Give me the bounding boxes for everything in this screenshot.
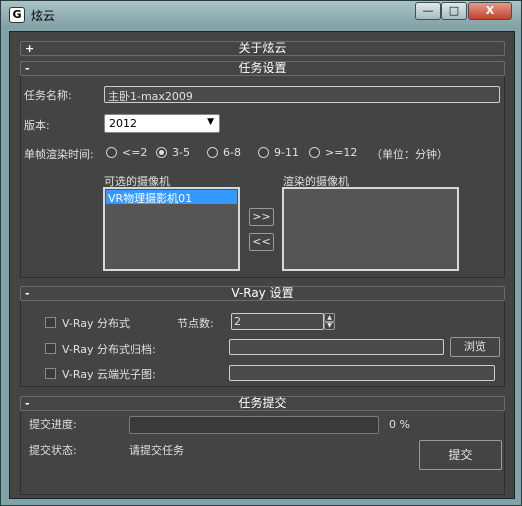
radio-frame-9-11-label: 9-11 xyxy=(274,146,299,159)
vray-cloud-photon-label: V-Ray 云端光子图: xyxy=(62,368,156,381)
vray-archive-checkbox[interactable] xyxy=(45,343,56,354)
maximize-icon: □ xyxy=(448,4,460,17)
available-cameras-list[interactable]: VR物理摄影机01 xyxy=(103,187,240,271)
submit-rollout-body: 提交进度: 0 % 提交状态: 请提交任务 提交 xyxy=(20,411,505,495)
vray-archive-path-input[interactable] xyxy=(229,339,444,355)
task-name-label: 任务名称: xyxy=(24,89,72,102)
radio-frame-6-8-label: 6-8 xyxy=(223,146,241,159)
radio-frame-ge12[interactable] xyxy=(309,147,320,158)
browse-button[interactable]: 浏览 xyxy=(450,337,500,357)
unit-note: （单位：分钟） xyxy=(371,148,448,161)
task-rollout-title: 任务设置 xyxy=(238,61,287,75)
radio-frame-le2[interactable] xyxy=(106,147,117,158)
about-rollout-header[interactable]: + 关于炫云 xyxy=(20,41,505,56)
vray-rollout-title: V-Ray 设置 xyxy=(231,286,294,300)
main-window: G 炫云 — □ X + 关于炫云 - 任务设置 任务名称: 主卧1-max20… xyxy=(0,0,522,506)
radio-frame-3-5[interactable] xyxy=(156,147,167,158)
radio-frame-6-8[interactable] xyxy=(207,147,218,158)
radio-frame-ge12-label: >=12 xyxy=(325,146,358,159)
spinner-down-icon: ▼ xyxy=(327,322,332,329)
move-right-button[interactable]: >> xyxy=(249,208,274,226)
version-value: 2012 xyxy=(109,117,137,130)
nodes-value: 2 xyxy=(234,315,241,328)
vray-archive-label: V-Ray 分布式归档: xyxy=(62,343,156,356)
maximize-button[interactable]: □ xyxy=(441,2,467,20)
spinner-up-icon: ▲ xyxy=(327,314,332,321)
task-name-input[interactable]: 主卧1-max2009 xyxy=(104,86,500,103)
progress-percent: 0 % xyxy=(389,418,410,431)
close-icon: X xyxy=(485,4,495,17)
camera-item-label: VR物理摄影机01 xyxy=(108,192,193,205)
vray-cloud-photon-input[interactable] xyxy=(229,365,495,381)
list-item[interactable]: VR物理摄影机01 xyxy=(106,190,237,205)
nodes-label: 节点数: xyxy=(177,317,214,330)
move-left-button[interactable]: << xyxy=(249,233,274,251)
task-rollout-header[interactable]: - 任务设置 xyxy=(20,61,505,76)
submit-button[interactable]: 提交 xyxy=(419,440,502,470)
task-rollout-body: 任务名称: 主卧1-max2009 版本: 2012 ▼ 单帧渲染时间: <=2… xyxy=(20,76,505,278)
window-title: 炫云 xyxy=(31,9,56,23)
submit-progress-bar xyxy=(129,416,379,434)
radio-frame-9-11[interactable] xyxy=(258,147,269,158)
radio-frame-le2-label: <=2 xyxy=(122,146,148,159)
submit-rollout-title: 任务提交 xyxy=(238,396,287,410)
minimize-button[interactable]: — xyxy=(415,2,441,20)
radio-frame-3-5-label: 3-5 xyxy=(172,146,190,159)
task-name-value: 主卧1-max2009 xyxy=(108,90,193,103)
vray-distributed-label: V-Ray 分布式 xyxy=(62,317,130,330)
submit-rollout-header[interactable]: - 任务提交 xyxy=(20,396,505,411)
frame-time-label: 单帧渲染时间: xyxy=(24,148,94,161)
vray-rollout-header[interactable]: - V-Ray 设置 xyxy=(20,286,505,301)
vray-rollout-body: V-Ray 分布式 节点数: 2 ▲ ▼ V-Ray 分布式归档: 浏览 V-R… xyxy=(20,301,505,387)
version-label: 版本: xyxy=(24,119,50,132)
status-value: 请提交任务 xyxy=(129,444,184,457)
progress-label: 提交进度: xyxy=(29,418,77,431)
version-select[interactable]: 2012 ▼ xyxy=(104,114,220,133)
minimize-icon: — xyxy=(422,4,434,17)
close-button[interactable]: X xyxy=(468,2,512,20)
vray-distributed-checkbox[interactable] xyxy=(45,317,56,328)
nodes-up-button[interactable]: ▲ xyxy=(324,313,335,322)
app-logo-icon: G xyxy=(9,7,25,23)
vray-cloud-photon-checkbox[interactable] xyxy=(45,368,56,379)
title-bar[interactable]: G 炫云 — □ X xyxy=(1,1,521,29)
render-cameras-list[interactable] xyxy=(282,187,459,271)
client-area: + 关于炫云 - 任务设置 任务名称: 主卧1-max2009 版本: 2012… xyxy=(9,31,515,499)
status-label: 提交状态: xyxy=(29,444,77,457)
nodes-spinner-input[interactable]: 2 xyxy=(231,313,324,330)
dropdown-arrow-icon: ▼ xyxy=(207,117,214,127)
about-rollout-title: 关于炫云 xyxy=(238,41,287,55)
nodes-down-button[interactable]: ▼ xyxy=(324,322,335,330)
